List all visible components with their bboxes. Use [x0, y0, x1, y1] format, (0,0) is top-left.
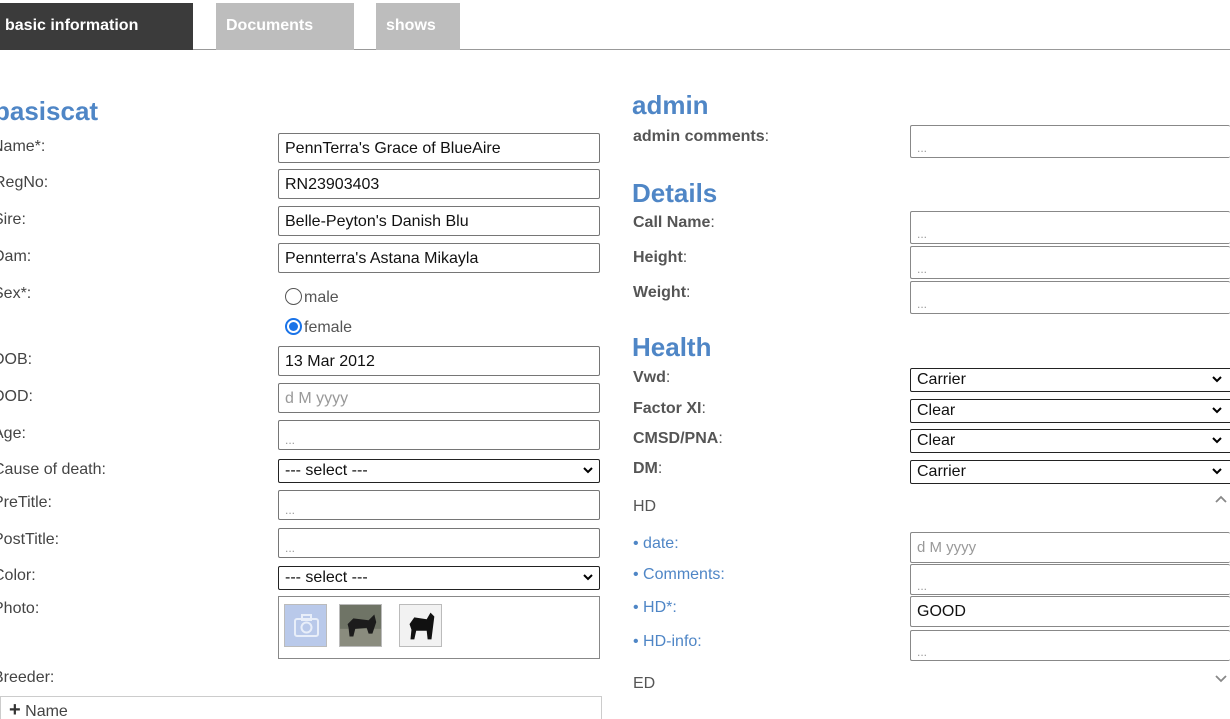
name-input[interactable]: PennTerra's Grace of BlueAire: [278, 133, 600, 163]
hd-group-header[interactable]: HD: [633, 497, 656, 517]
admin-comments-label: admin comments:: [633, 128, 770, 145]
dm-select[interactable]: Carrier: [910, 460, 1230, 484]
tab-basic-information[interactable]: basic information: [0, 3, 193, 50]
hd-info-input[interactable]: ...: [910, 630, 1230, 661]
weight-label: Weight:: [633, 284, 691, 301]
plus-icon: +: [9, 699, 21, 719]
name-label: Name*:: [0, 138, 46, 155]
age-input[interactable]: ...: [278, 420, 600, 450]
tab-shows[interactable]: shows: [376, 3, 460, 50]
cause-of-death-label: Cause of death:: [0, 461, 106, 478]
sire-label: Sire:: [0, 211, 26, 228]
regno-label: RegNo:: [0, 174, 49, 191]
breeder-label: Breeder:: [0, 669, 55, 686]
chevron-down-icon: [583, 467, 593, 474]
weight-input[interactable]: ...: [910, 281, 1230, 314]
posttitle-label: PostTitle:: [0, 531, 60, 548]
call-name-label: Call Name:: [633, 214, 715, 231]
vwd-label: Vwd:: [633, 369, 671, 386]
height-input[interactable]: ...: [910, 246, 1230, 279]
photo-thumbnail[interactable]: [339, 604, 382, 647]
vwd-select[interactable]: Carrier: [910, 368, 1230, 392]
hd-comments-label: • Comments:: [633, 566, 725, 583]
sex-label: Sex*:: [0, 285, 32, 302]
dob-label: DOB:: [0, 351, 33, 368]
radio-unselected-icon: [285, 288, 302, 305]
factor-xi-select[interactable]: Clear: [910, 399, 1230, 423]
sex-radio-male[interactable]: male: [285, 288, 339, 308]
breeder-table: + Name: [0, 696, 602, 719]
photo-gallery: [278, 596, 600, 659]
age-label: Age:: [0, 425, 26, 442]
dob-input[interactable]: 13 Mar 2012: [278, 346, 600, 376]
chevron-down-icon: [583, 574, 593, 581]
cause-of-death-select[interactable]: --- select ---: [278, 459, 600, 483]
pretitle-label: PreTitle:: [0, 494, 52, 511]
photo-thumbnail[interactable]: [399, 604, 442, 647]
ed-group-header[interactable]: ED: [633, 674, 655, 694]
chevron-up-icon[interactable]: [1214, 494, 1228, 504]
dam-label: Dam:: [0, 248, 32, 265]
section-title-details: Details: [632, 178, 718, 208]
call-name-input[interactable]: ...: [910, 211, 1230, 244]
color-select[interactable]: --- select ---: [278, 566, 600, 590]
cmsd-pna-label: CMSD/PNA:: [633, 430, 723, 447]
hd-value-input[interactable]: GOOD: [910, 596, 1230, 627]
section-title-basiscat: basiscat: [0, 96, 99, 126]
dod-label: DOD:: [0, 388, 33, 405]
chevron-down-icon: [1212, 437, 1222, 444]
hd-comments-input[interactable]: ...: [910, 564, 1230, 595]
section-title-admin: admin: [632, 90, 709, 120]
hd-value-label: • HD*:: [633, 599, 677, 616]
color-label: Color:: [0, 567, 36, 584]
add-breeder-button[interactable]: + Name: [9, 699, 68, 719]
chevron-down-icon[interactable]: [1214, 673, 1228, 683]
cmsd-pna-select[interactable]: Clear: [910, 429, 1230, 453]
hd-info-label: • HD-info:: [633, 633, 702, 650]
tab-documents[interactable]: Documents: [216, 3, 354, 50]
section-title-health: Health: [632, 332, 712, 362]
sex-radio-female[interactable]: female: [285, 318, 352, 338]
dog-photo-icon: [400, 605, 441, 646]
hd-date-label: • date:: [633, 535, 679, 552]
dam-input[interactable]: Pennterra's Astana Mikayla: [278, 243, 600, 273]
posttitle-input[interactable]: ...: [278, 528, 600, 558]
tab-bar: basic information Documents shows: [0, 0, 1230, 50]
pretitle-input[interactable]: ...: [278, 490, 600, 520]
dod-input[interactable]: d M yyyy: [278, 383, 600, 413]
dm-label: DM:: [633, 460, 663, 477]
hd-date-input[interactable]: d M yyyy: [910, 532, 1230, 563]
dog-photo-icon: [340, 605, 381, 646]
camera-icon: [294, 614, 319, 637]
chevron-down-icon: [1212, 376, 1222, 383]
add-photo-thumbnail[interactable]: [284, 604, 327, 647]
admin-comments-input[interactable]: ...: [910, 125, 1230, 158]
factor-xi-label: Factor XI:: [633, 400, 706, 417]
sire-input[interactable]: Belle-Peyton's Danish Blu: [278, 206, 600, 236]
chevron-down-icon: [1212, 468, 1222, 475]
height-label: Height:: [633, 249, 688, 266]
chevron-down-icon: [1212, 407, 1222, 414]
radio-selected-icon: [285, 318, 302, 335]
photo-label: Photo:: [0, 600, 40, 617]
regno-input[interactable]: RN23903403: [278, 169, 600, 199]
